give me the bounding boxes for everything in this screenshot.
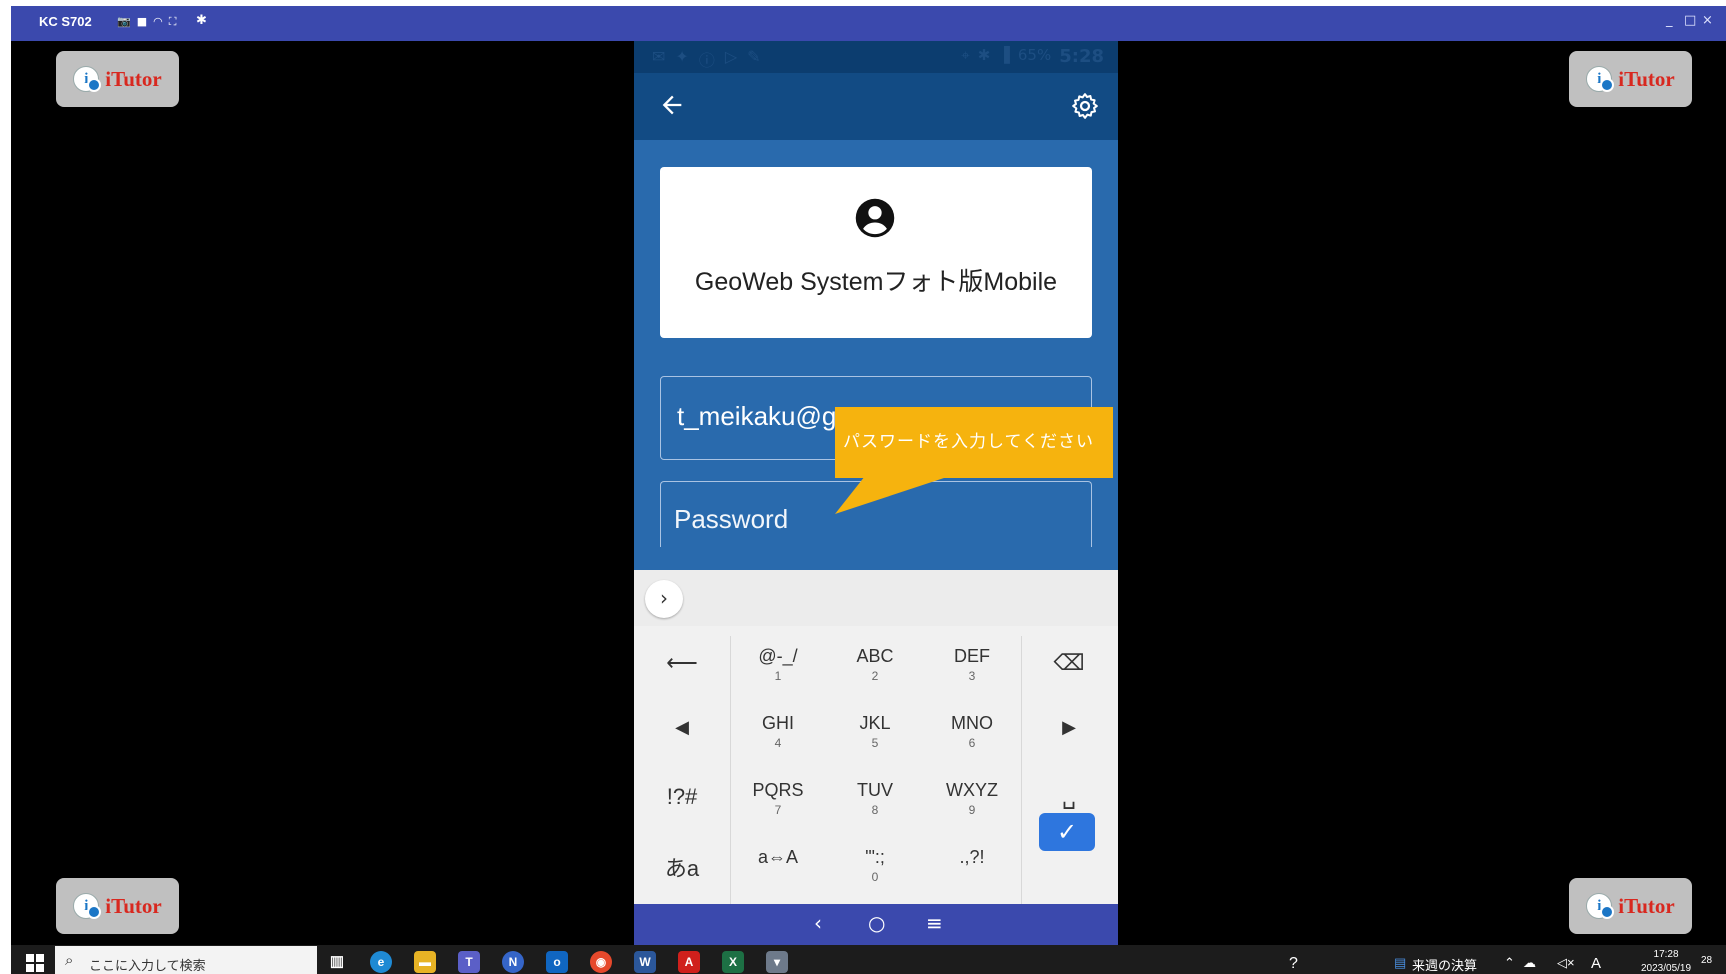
pinned-file-label[interactable]: 来週の決算 — [1412, 955, 1477, 974]
play-store-icon: ▷ — [724, 47, 738, 66]
phone-clock: 5:28 — [1059, 46, 1104, 67]
close-button[interactable]: × — [1702, 13, 1713, 28]
key-1[interactable]: @-_/1 — [730, 636, 826, 698]
edge-browser-icon[interactable]: e — [370, 951, 392, 973]
app-icon[interactable]: N — [502, 951, 524, 973]
video-icon[interactable]: ■ — [137, 15, 147, 29]
help-icon[interactable]: ? — [1289, 955, 1298, 973]
chevron-right-icon[interactable]: › — [645, 580, 683, 618]
windows-taskbar: ⌕ ここに入力して検索 ▥ e ▬ T N o ◉ W A X ▾ ? ▤ 来週… — [11, 945, 1726, 974]
headphones-icon[interactable]: ◠ — [153, 15, 163, 29]
taskbar-search-box[interactable]: ⌕ ここに入力して検索 — [55, 946, 317, 974]
itutor-watermark-top-right: i iTutor — [1569, 51, 1692, 107]
key-cursor-right[interactable]: ▶ — [1021, 703, 1117, 765]
keyboard-suggestion-bar: › — [634, 570, 1118, 626]
key-backspace[interactable]: ⌫ — [1021, 636, 1117, 698]
file-explorer-icon[interactable]: ▬ — [414, 951, 436, 973]
key-0[interactable]: '":; 0 — [827, 837, 923, 899]
itutor-logo-icon: i — [73, 66, 102, 92]
search-icon: ⌕ — [65, 952, 74, 969]
minimize-button[interactable]: _ — [1666, 13, 1673, 28]
password-placeholder: Password — [674, 504, 789, 534]
key-2[interactable]: ABC 2 — [827, 636, 923, 698]
clock-date: 2023/05/19 — [1641, 963, 1692, 974]
itutor-watermark-bottom-right: i iTutor — [1569, 878, 1692, 934]
nav-home-button[interactable]: ○ — [868, 911, 885, 935]
camera-icon[interactable]: 📷 — [117, 15, 131, 29]
chrome-icon[interactable]: ◉ — [590, 951, 612, 973]
key-9[interactable]: WXYZ 9 — [924, 770, 1020, 832]
app-title-card: GeoWeb Systemフォト版Mobile — [660, 167, 1092, 338]
document-icon: ▤ — [1394, 955, 1407, 970]
android-nav-bar: ‹ ○ ≡ — [634, 904, 1118, 945]
window-title: KC S702 — [39, 14, 92, 29]
key-7[interactable]: PQRS 7 — [730, 770, 826, 832]
excel-icon[interactable]: X — [722, 951, 744, 973]
notification-count[interactable]: 28 — [1701, 955, 1712, 966]
key-5[interactable]: JKL 5 — [827, 703, 923, 765]
itutor-logo-icon: i — [1586, 893, 1615, 919]
clock-time: 17:28 — [1653, 949, 1679, 960]
key-cursor-left[interactable]: ◀ — [634, 703, 730, 765]
onedrive-icon[interactable]: ☁ — [1523, 955, 1536, 971]
account-circle-icon — [855, 198, 895, 238]
window-settings-icon[interactable]: ✱ — [196, 13, 207, 28]
fullscreen-icon[interactable]: ⛶ — [169, 15, 177, 29]
key-undo[interactable]: ⟵ — [634, 636, 730, 698]
key-symbols[interactable]: !?# — [634, 770, 730, 832]
tray-chevron-icon[interactable]: ⌃ — [1504, 955, 1515, 971]
key-punctuation[interactable]: .,?! — [924, 837, 1020, 899]
ime-indicator[interactable]: A — [1591, 955, 1601, 972]
callout-text: パスワードを入力してください — [843, 432, 1094, 452]
callout-pointer — [835, 476, 950, 514]
mail-icon: ✉ — [652, 47, 666, 66]
key-case-toggle[interactable]: a⇔A — [730, 837, 826, 899]
key-8[interactable]: TUV 8 — [827, 770, 923, 832]
windows-start-icon[interactable] — [26, 954, 44, 972]
key-4[interactable]: GHI 4 — [730, 703, 826, 765]
battery-percent: 65% — [1017, 46, 1052, 64]
notification-icon: ✦ — [675, 47, 689, 66]
gear-icon[interactable] — [1070, 91, 1100, 121]
wrench-icon: ✎ — [747, 47, 761, 66]
title-tool-icons: 📷 ■ ◠ ⛶ — [117, 15, 176, 29]
itutor-logo-icon: i — [73, 893, 102, 919]
remote-app-icon[interactable]: ▾ — [766, 951, 788, 973]
teams-icon[interactable]: T — [458, 951, 480, 973]
taskbar-clock[interactable]: 17:28 2023/05/19 — [1641, 948, 1691, 974]
soft-keyboard: › ⟵ ◀ !?# あa @-_/1 ABC 2 DEF 3 GHI 4 JKL 5 M… — [634, 570, 1118, 906]
acrobat-icon[interactable]: A — [678, 951, 700, 973]
key-6[interactable]: MNO 6 — [924, 703, 1020, 765]
bluetooth-icon: ✱ — [977, 46, 991, 64]
key-3[interactable]: DEF 3 — [924, 636, 1020, 698]
signal-icon: ▐ — [998, 46, 1010, 64]
location-icon: ⌖ — [961, 46, 970, 64]
itutor-watermark-bottom-left: i iTutor — [56, 878, 179, 934]
nav-back-button[interactable]: ‹ — [814, 911, 822, 935]
task-view-icon[interactable]: ▥ — [326, 951, 348, 973]
app-name: GeoWeb Systemフォト版Mobile — [694, 268, 1058, 296]
itutor-watermark-top-left: i iTutor — [56, 51, 179, 107]
app-bar — [634, 73, 1118, 140]
nav-menu-button[interactable]: ≡ — [926, 911, 943, 935]
outlook-icon[interactable]: o — [546, 951, 568, 973]
password-hint-callout: パスワードを入力してください — [835, 407, 1113, 478]
maximize-button[interactable]: □ — [1684, 13, 1696, 28]
search-placeholder: ここに入力して検索 — [89, 958, 206, 973]
word-icon[interactable]: W — [634, 951, 656, 973]
back-arrow-icon[interactable] — [658, 91, 686, 119]
key-input-mode[interactable]: あa — [634, 837, 730, 899]
window-title-bar[interactable]: KC S702 📷 ■ ◠ ⛶ ✱ _ □ × — [11, 6, 1726, 41]
email-value: t_meikaku@g — [677, 401, 837, 431]
volume-icon[interactable]: ◁× — [1557, 955, 1575, 971]
itutor-logo-icon: i — [1586, 66, 1615, 92]
phone-status-bar: ✉ ✦ ⓘ ▷ ✎ ⌖ ✱ ▐ 65% 5:28 — [634, 41, 1118, 73]
key-enter[interactable]: ✓ — [1039, 813, 1095, 851]
info-icon: ⓘ — [698, 51, 715, 70]
